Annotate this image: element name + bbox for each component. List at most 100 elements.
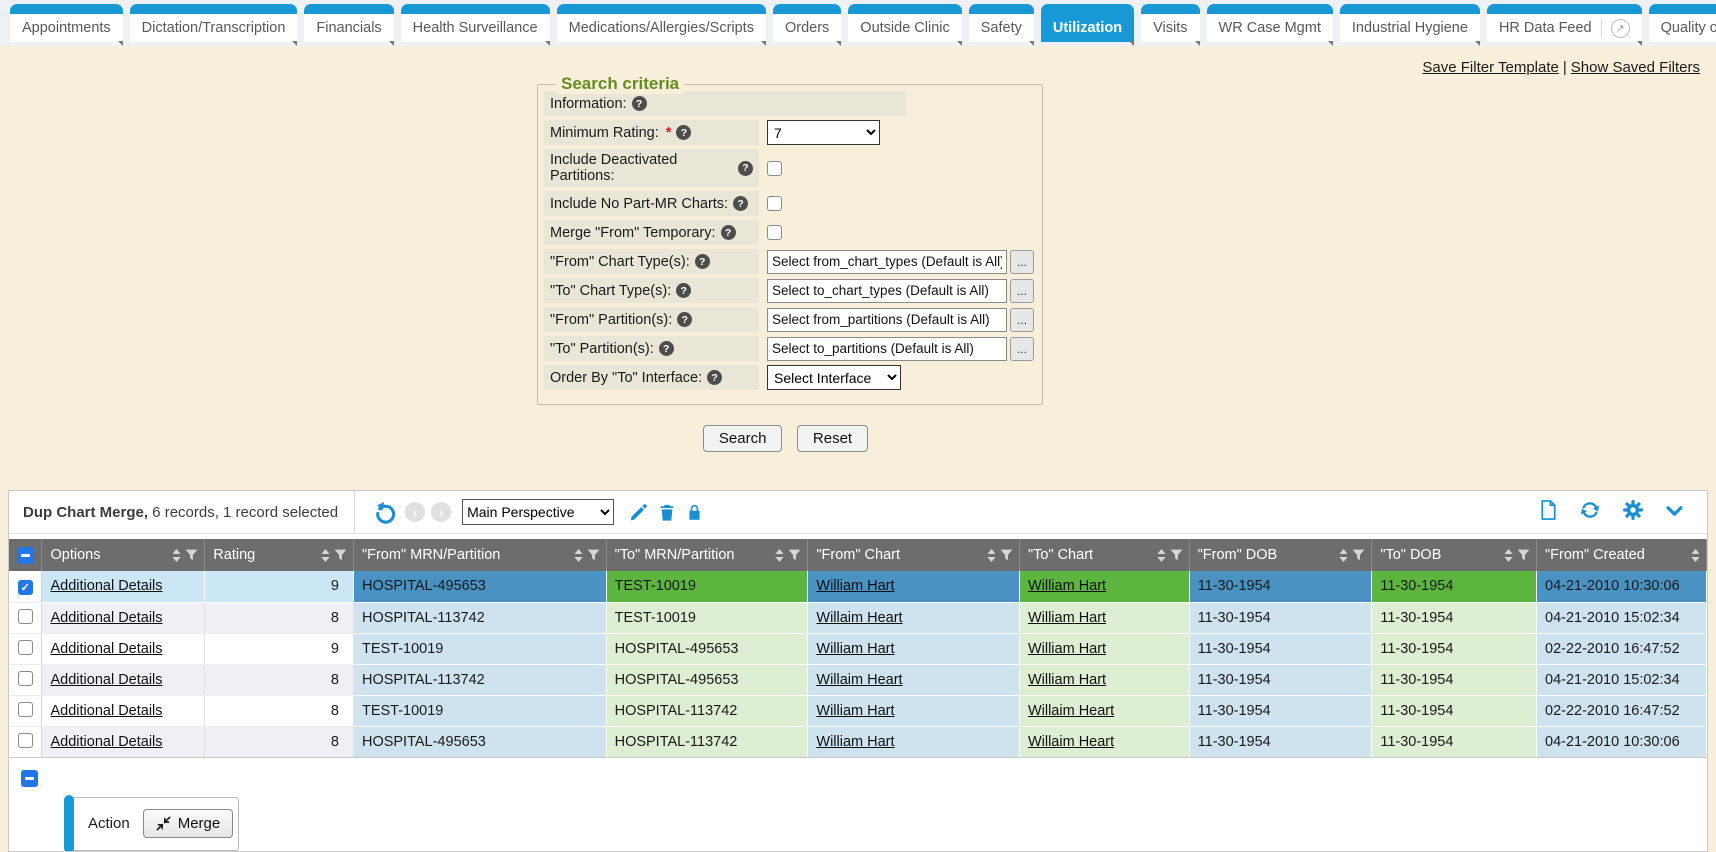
tab-utilization[interactable]: Utilization: [1041, 4, 1134, 42]
merge-button[interactable]: Merge: [143, 809, 234, 838]
sort-icon[interactable]: [775, 549, 784, 562]
tab-health-surveillance[interactable]: Health Surveillance: [401, 4, 550, 42]
additional-details-link[interactable]: Additional Details: [50, 578, 162, 594]
help-icon[interactable]: ?: [707, 370, 722, 385]
collapse-minus-icon[interactable]: [21, 770, 38, 787]
select-all-minus-checkbox[interactable]: [17, 547, 34, 564]
to-partition-s-ellipsis-button[interactable]: ...: [1010, 337, 1034, 361]
row-checkbox[interactable]: [18, 609, 33, 624]
filter-funnel-icon[interactable]: [185, 549, 198, 561]
trash-icon[interactable]: [658, 503, 676, 522]
filter-funnel-icon[interactable]: [788, 549, 801, 561]
tab-appointments[interactable]: Appointments: [10, 4, 123, 42]
to-partition-s-input[interactable]: [767, 337, 1007, 361]
row-checkbox[interactable]: [18, 733, 33, 748]
from-chart-link[interactable]: William Hart: [816, 578, 894, 594]
to-chart-type-s-input[interactable]: [767, 279, 1007, 303]
tab-outside-clinic[interactable]: Outside Clinic: [848, 4, 961, 42]
to-chart-link[interactable]: William Hart: [1028, 610, 1106, 626]
to-chart-link[interactable]: William Hart: [1028, 578, 1106, 594]
filter-funnel-icon[interactable]: [1352, 549, 1365, 561]
tab-visits[interactable]: Visits: [1141, 4, 1199, 42]
row-checkbox[interactable]: [18, 702, 33, 717]
row-checkbox[interactable]: [18, 640, 33, 655]
tab-label: Industrial Hygiene: [1352, 20, 1468, 36]
row-checkbox[interactable]: ✓: [18, 580, 33, 595]
from-partition-s-input[interactable]: [767, 308, 1007, 332]
previous-icon[interactable]: ‹: [405, 502, 425, 522]
from-chart-link[interactable]: William Hart: [816, 641, 894, 657]
undo-icon[interactable]: [374, 501, 397, 524]
help-icon[interactable]: ?: [721, 225, 736, 240]
tab-medications-allergies-scripts[interactable]: Medications/Allergies/Scripts: [557, 4, 766, 42]
include-deactivated-partitions-checkbox[interactable]: [767, 161, 782, 176]
additional-details-link[interactable]: Additional Details: [50, 641, 162, 657]
to-chart-link[interactable]: Willaim Heart: [1028, 734, 1114, 750]
gear-icon[interactable]: [1622, 499, 1644, 521]
tab-dictation-transcription[interactable]: Dictation/Transcription: [130, 4, 298, 42]
row-checkbox[interactable]: [18, 671, 33, 686]
sort-icon[interactable]: [1691, 549, 1700, 562]
additional-details-link[interactable]: Additional Details: [50, 703, 162, 719]
to-chart-link[interactable]: Willaim Heart: [1028, 703, 1114, 719]
filter-funnel-icon[interactable]: [587, 549, 600, 561]
refresh-icon[interactable]: [1579, 499, 1601, 521]
sort-icon[interactable]: [1339, 549, 1348, 562]
order-by-to-interface-select[interactable]: Select Interface: [767, 365, 901, 390]
help-icon[interactable]: ?: [676, 125, 691, 140]
from-chart-link[interactable]: Willaim Heart: [816, 610, 902, 626]
lock-icon[interactable]: [686, 503, 703, 522]
tab-financials[interactable]: Financials: [304, 4, 393, 42]
next-icon[interactable]: ›: [431, 502, 451, 522]
from-chart-type-s-input[interactable]: [767, 250, 1007, 274]
new-document-icon[interactable]: [1538, 499, 1559, 521]
from-partition-s-ellipsis-button[interactable]: ...: [1010, 308, 1034, 332]
filter-funnel-icon[interactable]: [1170, 549, 1183, 561]
additional-details-link[interactable]: Additional Details: [50, 672, 162, 688]
to-chart-type-s-ellipsis-button[interactable]: ...: [1010, 279, 1034, 303]
merge-from-temporary-checkbox[interactable]: [767, 225, 782, 240]
help-icon[interactable]: ?: [738, 161, 753, 176]
help-icon[interactable]: ?: [659, 341, 674, 356]
tab-industrial-hygiene[interactable]: Industrial Hygiene: [1340, 4, 1480, 42]
to-chart-link[interactable]: William Hart: [1028, 672, 1106, 688]
from-chart-link[interactable]: Willaim Heart: [816, 672, 902, 688]
help-icon[interactable]: ?: [695, 254, 710, 269]
perspective-select[interactable]: Main Perspective: [462, 499, 614, 525]
external-link-icon[interactable]: ↗: [1611, 19, 1630, 38]
help-icon[interactable]: ?: [632, 96, 647, 111]
to-chart-link[interactable]: William Hart: [1028, 641, 1106, 657]
filter-funnel-icon[interactable]: [1517, 549, 1530, 561]
from-chart-link[interactable]: William Hart: [816, 703, 894, 719]
filter-funnel-icon[interactable]: [1000, 549, 1013, 561]
tab-orders[interactable]: Orders: [773, 4, 841, 42]
cell-to-chart: Willaim Heart: [1019, 695, 1189, 726]
field-control: Select Interface: [767, 365, 901, 390]
save-filter-template-link[interactable]: Save Filter Template: [1422, 59, 1558, 76]
include-no-part-mr-charts-checkbox[interactable]: [767, 196, 782, 211]
filter-funnel-icon[interactable]: [334, 549, 347, 561]
sort-icon[interactable]: [1504, 549, 1513, 562]
sort-icon[interactable]: [574, 549, 583, 562]
from-chart-type-s-ellipsis-button[interactable]: ...: [1010, 250, 1034, 274]
additional-details-link[interactable]: Additional Details: [50, 734, 162, 750]
tab-safety[interactable]: Safety: [969, 4, 1034, 42]
sort-icon[interactable]: [172, 549, 181, 562]
sort-icon[interactable]: [1157, 549, 1166, 562]
help-icon[interactable]: ?: [733, 196, 748, 211]
tab-wr-case-mgmt[interactable]: WR Case Mgmt: [1207, 4, 1333, 42]
show-saved-filters-link[interactable]: Show Saved Filters: [1571, 59, 1700, 76]
additional-details-link[interactable]: Additional Details: [50, 610, 162, 626]
sort-icon[interactable]: [987, 549, 996, 562]
from-chart-link[interactable]: William Hart: [816, 734, 894, 750]
chevron-down-icon[interactable]: [1664, 501, 1685, 521]
tab-hr-data-feed[interactable]: HR Data Feed↗: [1487, 4, 1642, 42]
help-icon[interactable]: ?: [676, 283, 691, 298]
sort-icon[interactable]: [321, 549, 330, 562]
search-button[interactable]: Search: [703, 425, 783, 452]
tab-quality-of-care[interactable]: Quality of Care: [1649, 4, 1716, 42]
reset-button[interactable]: Reset: [797, 425, 868, 452]
help-icon[interactable]: ?: [677, 312, 692, 327]
minimum-rating-select[interactable]: 7: [767, 120, 880, 145]
edit-pencil-icon[interactable]: [629, 503, 648, 522]
